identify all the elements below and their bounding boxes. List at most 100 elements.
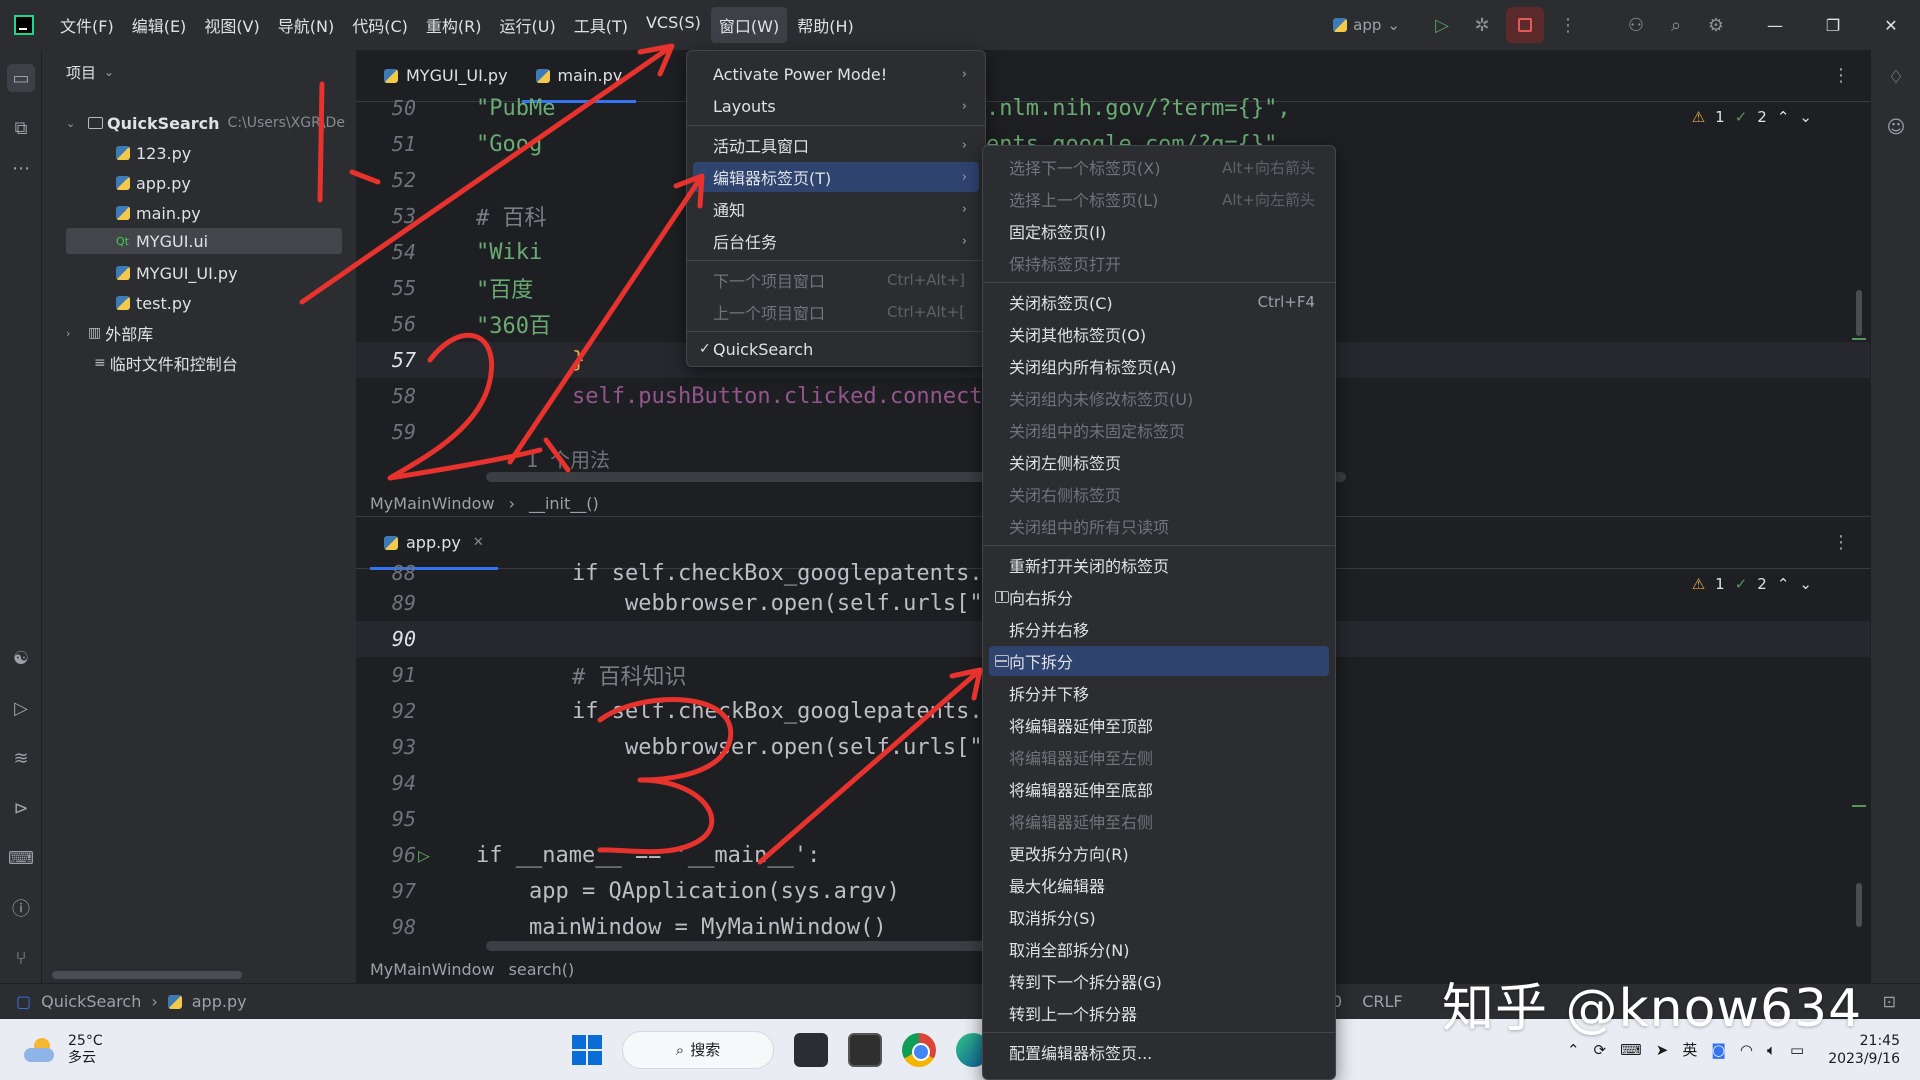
settings-icon[interactable]: ⚙: [1696, 5, 1736, 45]
menu-item-split-move-down[interactable]: 拆分并下移: [989, 678, 1329, 708]
breadcrumb-item[interactable]: search(): [509, 960, 575, 979]
menu-item-layouts[interactable]: Layouts ›: [693, 91, 979, 121]
menu-item-unsplit[interactable]: 取消拆分(S): [989, 902, 1329, 932]
menu-item-close-other-tabs[interactable]: 关闭其他标签页(O): [989, 319, 1329, 349]
tree-file[interactable]: test.py: [116, 290, 191, 316]
menu-code[interactable]: 代码(C): [344, 7, 416, 43]
menu-item-keep-tab-open[interactable]: 保持标签页打开: [989, 248, 1329, 278]
menu-window[interactable]: 窗口(W): [710, 7, 788, 43]
run-config-selector[interactable]: app ⌄: [1333, 16, 1400, 34]
menu-item-close-tab[interactable]: 关闭标签页(C) Ctrl+F4: [989, 287, 1329, 317]
send-icon[interactable]: ➤: [1656, 1041, 1669, 1059]
menu-item-unsplit-all[interactable]: 取消全部拆分(N): [989, 934, 1329, 964]
restore-button[interactable]: ❐: [1804, 0, 1862, 50]
menu-run[interactable]: 运行(U): [492, 7, 564, 43]
menu-help[interactable]: 帮助(H): [789, 7, 862, 43]
task-view-icon[interactable]: [794, 1032, 828, 1067]
debug-icon[interactable]: ✲: [1462, 5, 1502, 45]
menu-navigate[interactable]: 导航(N): [270, 7, 342, 43]
weather-widget[interactable]: 25°C 多云: [0, 1033, 103, 1067]
chevron-up-icon[interactable]: ⌃: [1567, 1041, 1580, 1059]
line-separator[interactable]: CRLF: [1362, 992, 1402, 1011]
more-tools-icon[interactable]: ⋯: [7, 154, 35, 182]
menu-refactor[interactable]: 重构(R): [418, 7, 490, 43]
editor-vertical-scrollbar[interactable]: [1856, 883, 1862, 927]
minimize-button[interactable]: —: [1746, 0, 1804, 50]
menu-item-stretch-bottom[interactable]: 将编辑器延伸至底部: [989, 774, 1329, 804]
menu-item-split-move-right[interactable]: 拆分并右移: [989, 614, 1329, 644]
run-gutter-icon[interactable]: ▷: [418, 843, 430, 867]
notifications-icon[interactable]: ♢: [1883, 64, 1909, 90]
menu-item-editor-tabs[interactable]: 编辑器标签页(T) ›: [693, 162, 979, 192]
layers-icon[interactable]: ≋: [7, 744, 35, 772]
menu-item-prev-project-window[interactable]: 上一个项目窗口 Ctrl+Alt+[: [693, 297, 979, 327]
tree-external-libs[interactable]: › ▥ 外部库: [66, 320, 153, 346]
menu-item-next-splitter[interactable]: 转到下一个拆分器(G): [989, 966, 1329, 996]
copilot-icon[interactable]: ☺: [1883, 114, 1909, 140]
more-icon[interactable]: ⋮: [1832, 65, 1850, 86]
editor-vertical-scrollbar[interactable]: [1856, 290, 1862, 336]
keyboard-icon[interactable]: ⌨: [1620, 1041, 1642, 1059]
taskbar-search[interactable]: ⌕ 搜索: [622, 1030, 774, 1069]
menu-item-power-mode[interactable]: Activate Power Mode! ›: [693, 59, 979, 89]
input-method-icon[interactable]: 英: [1682, 1039, 1697, 1060]
menu-item-close-left-tabs[interactable]: 关闭左侧标签页: [989, 447, 1329, 477]
menu-item-prev-splitter[interactable]: 转到上一个拆分器: [989, 998, 1329, 1028]
menu-item-close-readonly[interactable]: 关闭组中的所有只读项: [989, 511, 1329, 541]
menu-edit[interactable]: 编辑(E): [124, 7, 195, 43]
menu-item-close-unpinned[interactable]: 关闭组中的未固定标签页: [989, 415, 1329, 445]
app-tray-icon[interactable]: ◙: [1711, 1041, 1726, 1059]
more-icon[interactable]: ⋮: [1832, 532, 1850, 553]
wifi-icon[interactable]: ◠: [1740, 1041, 1753, 1059]
tree-file[interactable]: 123.py: [116, 140, 191, 166]
volume-icon[interactable]: 🔈︎: [1767, 1041, 1776, 1059]
menu-item-change-split-orientation[interactable]: 更改拆分方向(R): [989, 838, 1329, 868]
menu-item-close-all-in-group[interactable]: 关闭组内所有标签页(A): [989, 351, 1329, 381]
breadcrumb-item[interactable]: MyMainWindow: [370, 494, 495, 513]
tree-file[interactable]: main.py: [116, 200, 201, 226]
menu-item-background-tasks[interactable]: 后台任务 ›: [693, 226, 979, 256]
stop-icon[interactable]: [1506, 7, 1544, 43]
battery-icon[interactable]: ▭: [1790, 1041, 1804, 1059]
menu-item-close-right-tabs[interactable]: 关闭右侧标签页: [989, 479, 1329, 509]
menu-item-stretch-right[interactable]: 将编辑器延伸至右侧: [989, 806, 1329, 836]
run-tool-icon[interactable]: ▷: [7, 694, 35, 722]
lock-icon[interactable]: ⊡: [1883, 992, 1896, 1011]
menu-item-pin-tab[interactable]: 固定标签页(I): [989, 216, 1329, 246]
breadcrumb-item[interactable]: MyMainWindow: [370, 960, 495, 979]
sync-icon[interactable]: ⟳: [1594, 1041, 1607, 1059]
python-console-icon[interactable]: ☯: [7, 644, 35, 672]
project-panel-header[interactable]: 项目 ⌄: [42, 50, 356, 94]
menu-item-configure-tabs[interactable]: 配置编辑器标签页...: [989, 1037, 1329, 1067]
menu-vcs[interactable]: VCS(S): [638, 7, 709, 43]
tree-scratches[interactable]: ≡ 临时文件和控制台: [94, 350, 238, 376]
menu-item-select-next-tab[interactable]: 选择下一个标签页(X) Alt+向右箭头: [989, 152, 1329, 182]
chrome-icon[interactable]: [902, 1032, 936, 1067]
search-icon[interactable]: ⌕: [1656, 5, 1696, 45]
menu-item-stretch-left[interactable]: 将编辑器延伸至左侧: [989, 742, 1329, 772]
menu-item-split-down[interactable]: 向下拆分: [989, 646, 1329, 676]
status-file[interactable]: app.py: [192, 992, 247, 1011]
menu-item-select-prev-tab[interactable]: 选择上一个标签页(L) Alt+向左箭头: [989, 184, 1329, 214]
add-user-icon[interactable]: ⚇: [1616, 5, 1656, 45]
menu-view[interactable]: 视图(V): [196, 7, 267, 43]
close-window-button[interactable]: ✕: [1862, 0, 1920, 50]
menu-item-close-unmodified[interactable]: 关闭组内未修改标签页(U): [989, 383, 1329, 413]
menu-item-stretch-top[interactable]: 将编辑器延伸至顶部: [989, 710, 1329, 740]
menu-item-notifications[interactable]: 通知 ›: [693, 194, 979, 224]
menu-file[interactable]: 文件(F): [52, 7, 122, 43]
tree-root[interactable]: ⌄ QuickSearch C:\Users\XGR\De: [66, 110, 345, 136]
tree-file[interactable]: app.py: [116, 170, 191, 196]
menu-item-next-project-window[interactable]: 下一个项目窗口 Ctrl+Alt+]: [693, 265, 979, 295]
menu-item-active-tool-window[interactable]: 活动工具窗口 ›: [693, 130, 979, 160]
windows-start-icon[interactable]: [572, 1034, 602, 1065]
tree-file[interactable]: MYGUI_UI.py: [116, 260, 238, 286]
project-folder-icon[interactable]: ▭: [7, 64, 35, 92]
close-tab-icon[interactable]: ✕: [473, 535, 484, 550]
structure-icon[interactable]: ⧉: [7, 114, 35, 142]
problems-icon[interactable]: ⓘ: [7, 894, 35, 922]
terminal-app-icon[interactable]: [848, 1032, 882, 1067]
status-project[interactable]: QuickSearch: [41, 992, 141, 1011]
menu-tools[interactable]: 工具(T): [566, 7, 636, 43]
tree-file-selected[interactable]: Qt MYGUI.ui: [66, 228, 342, 254]
